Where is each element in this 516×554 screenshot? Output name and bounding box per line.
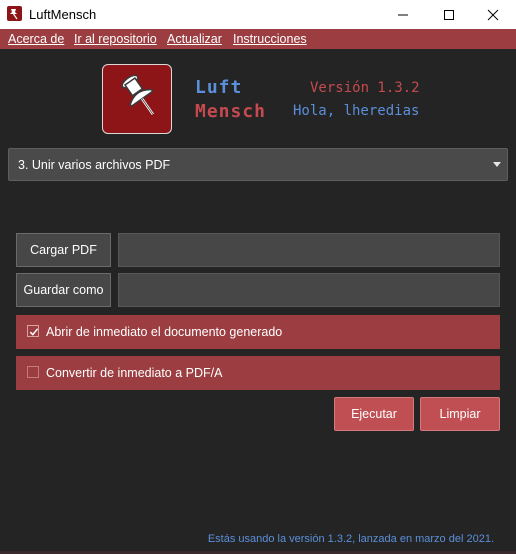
menu-about[interactable]: Acerca de: [8, 32, 64, 46]
title-bar: LuftMensch: [0, 0, 516, 29]
greeting-label: Hola, lheredias: [293, 103, 420, 119]
convert-pdfa-option[interactable]: Convertir de inmediato a PDF/A: [16, 356, 500, 390]
menu-repository[interactable]: Ir al repositorio: [74, 32, 157, 46]
app-logo: [102, 64, 172, 134]
save-as-path-field[interactable]: [118, 273, 500, 307]
checkmark-icon: [29, 328, 39, 336]
close-icon: [487, 9, 499, 21]
load-pdf-button[interactable]: Cargar PDF: [16, 233, 111, 267]
minimize-button[interactable]: [380, 0, 426, 29]
pushpin-icon: [121, 74, 154, 116]
open-generated-label: Abrir de inmediato el documento generado: [46, 325, 283, 339]
task-select[interactable]: 3. Unir varios archivos PDF: [8, 148, 508, 181]
open-generated-checkbox[interactable]: [27, 325, 39, 337]
close-button[interactable]: [470, 0, 516, 29]
chevron-down-icon: [493, 162, 501, 167]
save-as-button[interactable]: Guardar como: [16, 273, 111, 307]
pushpin-icon: [7, 6, 22, 21]
execute-button[interactable]: Ejecutar: [334, 397, 414, 431]
brand-name-line1: Luft: [195, 77, 243, 98]
maximize-icon: [444, 10, 454, 20]
menu-update[interactable]: Actualizar: [167, 32, 222, 46]
version-footer: Estás usando la versión 1.3.2, lanzada e…: [207, 533, 494, 545]
menu-instructions[interactable]: Instrucciones: [233, 32, 307, 46]
maximize-button[interactable]: [426, 0, 472, 29]
convert-pdfa-label: Convertir de inmediato a PDF/A: [46, 366, 223, 380]
load-pdf-path-field[interactable]: [118, 233, 500, 267]
clear-button[interactable]: Limpiar: [420, 397, 500, 431]
minimize-icon: [398, 14, 408, 16]
window-title: LuftMensch: [29, 7, 97, 22]
version-label: Versión 1.3.2: [310, 80, 420, 96]
open-generated-option[interactable]: Abrir de inmediato el documento generado: [16, 315, 500, 349]
task-select-value: 3. Unir varios archivos PDF: [18, 158, 171, 172]
app-window: LuftMensch Acerca de Ir al repositorio A…: [0, 0, 516, 554]
convert-pdfa-checkbox[interactable]: [27, 366, 39, 378]
brand-name-line2: Mensch: [195, 101, 267, 122]
menu-bar: Acerca de Ir al repositorio Actualizar I…: [0, 29, 516, 49]
